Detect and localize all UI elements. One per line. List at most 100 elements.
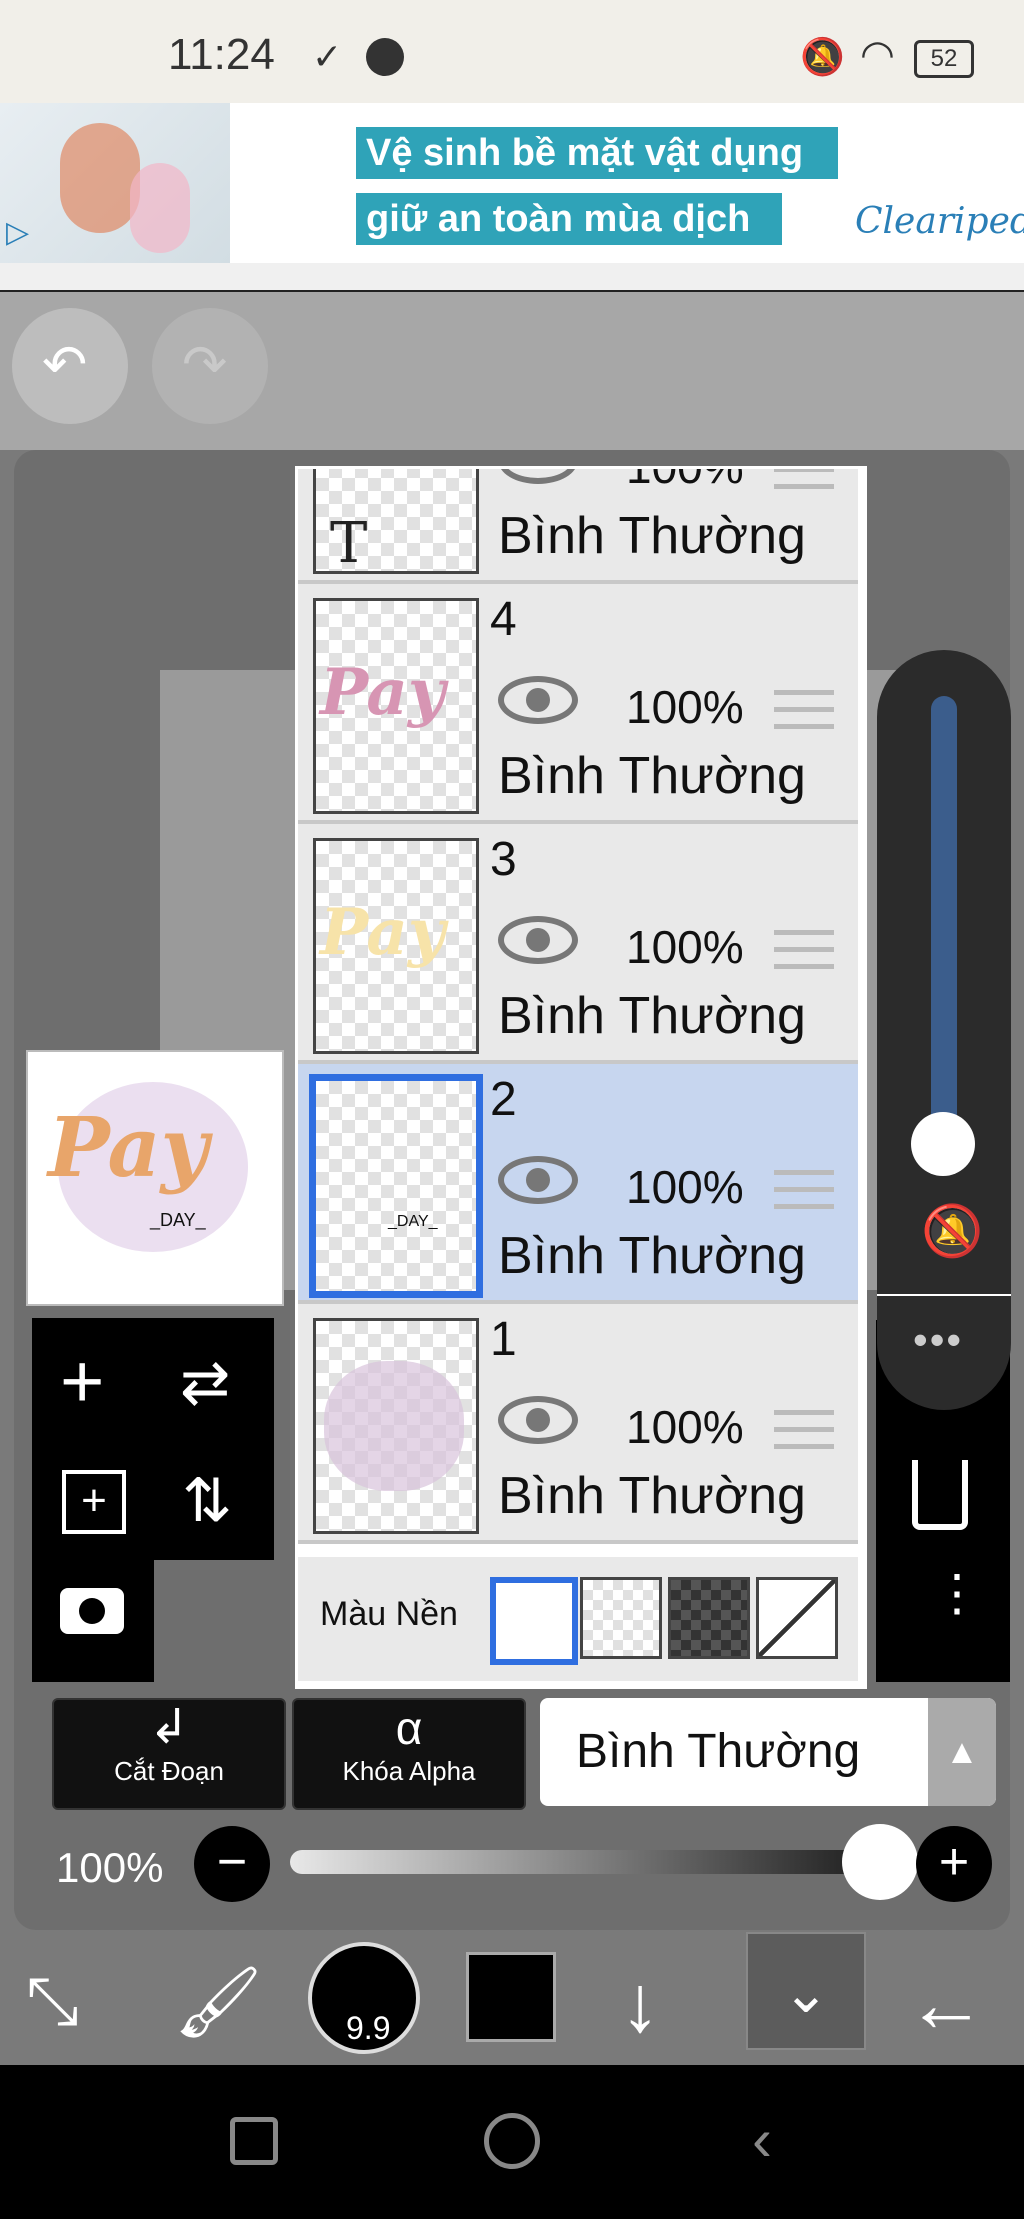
eye-icon[interactable]: [498, 469, 578, 484]
status-bar: 11:24 ✓ 🔕 ◠ 52: [0, 0, 1024, 103]
tool-switch-icon[interactable]: ⤡: [26, 1962, 79, 2041]
ad-band: [0, 263, 1024, 290]
redo-button[interactable]: ↷: [152, 308, 268, 424]
undo-button[interactable]: ↶: [12, 308, 128, 424]
eye-icon[interactable]: [498, 1396, 578, 1444]
more-dots-icon[interactable]: •••: [913, 1316, 963, 1364]
blend-mode-select[interactable]: Bình Thường ▲: [540, 1698, 996, 1806]
bg-white-swatch[interactable]: [490, 1577, 578, 1665]
camera-icon[interactable]: [60, 1588, 124, 1634]
opacity-decrease-button[interactable]: −: [194, 1826, 270, 1902]
layer-opacity: 100%: [626, 921, 744, 973]
layer-row-1[interactable]: 1 100% Bình Thường: [298, 1304, 858, 1544]
layer-blend-mode: Bình Thường: [498, 747, 806, 805]
layer-row-4[interactable]: Pay 4 100% Bình Thường: [298, 584, 858, 824]
layer-opacity: 100%: [626, 1401, 744, 1453]
flip-horizontal-icon[interactable]: ⇄: [180, 1348, 230, 1418]
layer-thumbnail: Pay: [313, 838, 479, 1054]
back-arrow-icon[interactable]: ←: [906, 1958, 986, 2050]
brush-size-button[interactable]: 9.9: [308, 1942, 420, 2054]
redo-icon: ↷: [182, 335, 228, 395]
mute-bell-icon[interactable]: 🔕: [921, 1202, 983, 1261]
alpha-lock-label: Khóa Alpha: [342, 1756, 476, 1786]
drag-handle-icon[interactable]: [774, 1170, 834, 1221]
layer-art: _DAY_: [388, 1213, 438, 1230]
scroll-rail[interactable]: 🔕 •••: [877, 650, 1011, 1410]
layer-number: 4: [490, 593, 517, 646]
layer-row-2[interactable]: _DAY_ 2 100% Bình Thường: [298, 1064, 858, 1304]
flip-vertical-icon[interactable]: ⇅: [182, 1466, 232, 1536]
bg-transparent-swatch[interactable]: [580, 1577, 662, 1659]
scroll-knob[interactable]: [911, 1112, 975, 1176]
back-icon[interactable]: ‹: [752, 2105, 772, 2174]
duplicate-layer-icon[interactable]: +: [62, 1470, 126, 1534]
layer-thumbnail: _DAY_: [309, 1074, 483, 1298]
ad-text-line2: giữ an toàn mùa dịch: [356, 193, 782, 245]
brush-size-value: 9.9: [346, 2010, 391, 2046]
layer-thumbnail: T: [313, 469, 479, 576]
layer-blend-mode: Bình Thường: [498, 1227, 806, 1285]
ad-brand-logo: Clearipedia: [855, 201, 1024, 242]
status-time: 11:24: [168, 30, 275, 79]
brush-icon[interactable]: 🖌: [174, 1962, 263, 2044]
layer-tools-left: + ⇄ + ⇅: [32, 1318, 274, 1682]
mute-notification-icon: 🔕: [800, 36, 845, 77]
layer-row-3[interactable]: Pay 3 100% Bình Thường: [298, 824, 858, 1064]
layer-opacity: 100%: [626, 1161, 744, 1213]
alpha-lock-button[interactable]: α Khóa Alpha: [292, 1698, 526, 1810]
layer-number: 3: [490, 833, 517, 886]
text-layer-icon: T: [330, 511, 368, 576]
ad-choices-icon[interactable]: ▷: [6, 215, 29, 250]
eye-icon[interactable]: [498, 676, 578, 724]
wifi-icon: ◠: [860, 33, 895, 77]
canvas-preview[interactable]: Pay _DAY_: [26, 1050, 284, 1306]
layer-blend-mode: Bình Thường: [498, 507, 806, 565]
recents-icon[interactable]: [230, 2117, 278, 2165]
arrow-down-icon[interactable]: ↓: [620, 1958, 660, 2050]
layer-row-text[interactable]: T 100% Bình Thường: [298, 466, 858, 584]
opacity-slider[interactable]: [290, 1824, 918, 1900]
home-icon[interactable]: [484, 2113, 540, 2169]
double-chevron-down-icon: ⌄: [782, 1961, 830, 2024]
layers-panel: T 100% Bình Thường Pay 4 100% Bình Thườn…: [295, 466, 867, 1689]
drag-handle-icon[interactable]: [774, 469, 834, 501]
layer-blend-mode: Bình Thường: [498, 987, 806, 1045]
clipping-icon: ↲: [148, 1701, 190, 1754]
bg-none-swatch[interactable]: [756, 1577, 838, 1659]
trash-icon[interactable]: [912, 1460, 968, 1530]
bg-dark-swatch[interactable]: [668, 1577, 750, 1659]
layer-thumbnail: Pay: [313, 598, 479, 814]
ad-banner[interactable]: ▷ Vệ sinh bề mặt vật dụng giữ an toàn mù…: [0, 103, 1024, 263]
lock-icon: α: [395, 1702, 423, 1754]
layer-thumbnail: [313, 1318, 479, 1534]
layer-art: Pay: [320, 895, 446, 970]
clipping-button[interactable]: ↲ Cắt Đoạn: [52, 1698, 286, 1810]
layer-opacity: 100%: [626, 681, 744, 733]
add-layer-icon[interactable]: +: [60, 1344, 104, 1420]
eye-icon[interactable]: [498, 916, 578, 964]
eye-icon[interactable]: [498, 1156, 578, 1204]
dropdown-arrow-icon[interactable]: ▲: [928, 1698, 996, 1806]
layer-opacity: 100%: [626, 466, 744, 493]
layer-art: Pay: [320, 655, 446, 730]
drag-handle-icon[interactable]: [774, 930, 834, 981]
layers-toggle-button[interactable]: ⌄: [746, 1932, 866, 2050]
blend-mode-value: Bình Thường: [576, 1725, 861, 1778]
layer-art: [324, 1361, 464, 1491]
preview-subtitle: _DAY_: [150, 1210, 206, 1230]
ad-text-line1: Vệ sinh bề mặt vật dụng: [356, 127, 838, 179]
layer-number: 1: [490, 1313, 517, 1366]
preview-title: Pay: [48, 1100, 209, 1196]
opacity-increase-button[interactable]: +: [916, 1826, 992, 1902]
color-swatch-button[interactable]: [466, 1952, 556, 2042]
more-options-icon[interactable]: ⋮: [932, 1568, 982, 1618]
opacity-slider-knob[interactable]: [842, 1824, 918, 1900]
drag-handle-icon[interactable]: [774, 1410, 834, 1461]
clipping-label: Cắt Đoạn: [114, 1756, 224, 1786]
opacity-value: 100%: [56, 1844, 164, 1891]
background-label: Màu Nền: [320, 1595, 458, 1633]
drag-handle-icon[interactable]: [774, 690, 834, 741]
checkmark-download-icon: ✓: [312, 36, 343, 77]
layer-blend-mode: Bình Thường: [498, 1467, 806, 1525]
battery-icon: 52: [914, 40, 974, 78]
